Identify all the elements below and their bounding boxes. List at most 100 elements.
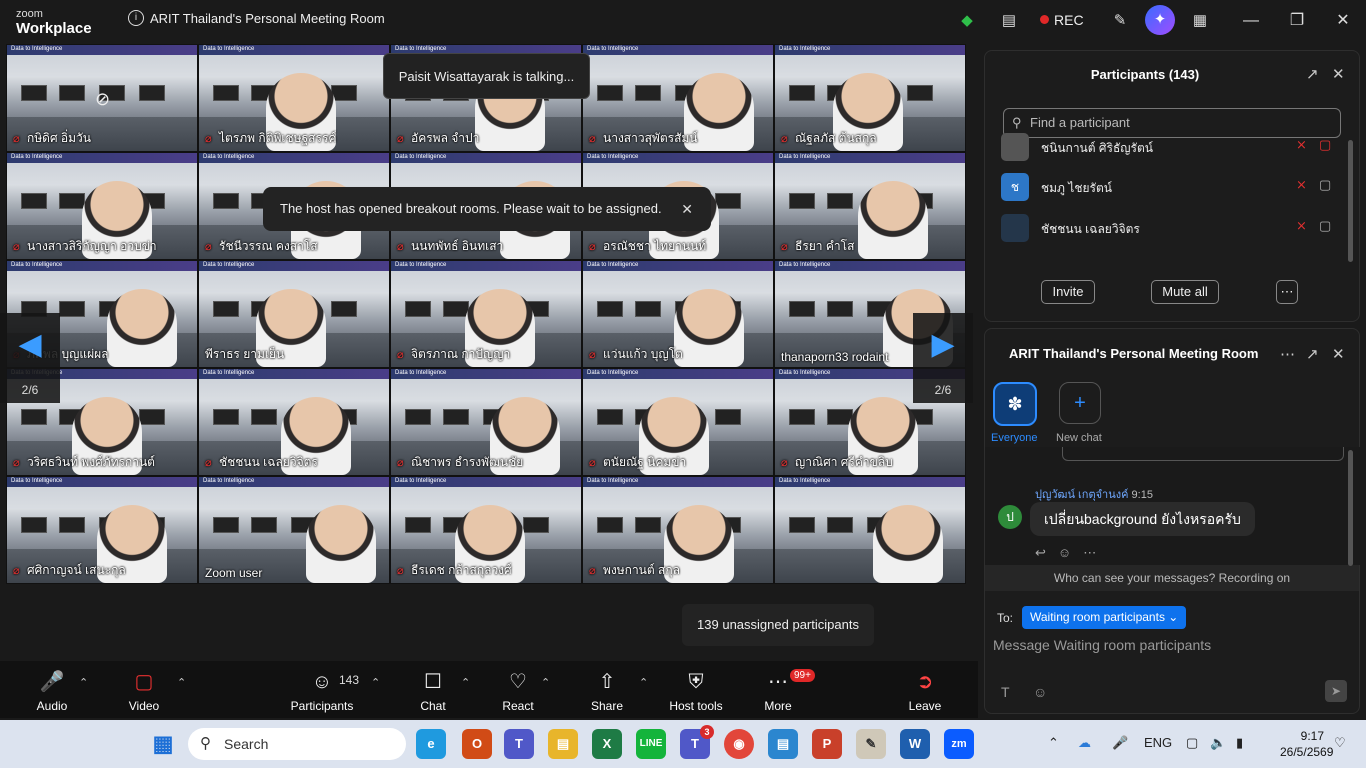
video-tile[interactable]: Data to Intelligence ⌀ ณัฐลภัส ต้นสกุล bbox=[774, 44, 966, 152]
invite-button[interactable]: Invite bbox=[1041, 280, 1095, 304]
video-tile[interactable]: Data to Intelligence Zoom user bbox=[198, 476, 390, 584]
word-icon[interactable]: W bbox=[900, 729, 930, 759]
outlook-icon[interactable]: O bbox=[462, 729, 492, 759]
powerpoint-icon[interactable]: P bbox=[812, 729, 842, 759]
more-icon[interactable]: ⋯ bbox=[1083, 545, 1108, 560]
everyone-chat-button[interactable]: ✽ bbox=[993, 382, 1037, 426]
previous-page-button[interactable]: ◀ 2/6 bbox=[0, 313, 60, 403]
mic-muted-icon[interactable]: ⨯ bbox=[1296, 218, 1307, 234]
notes-icon[interactable]: ▤ bbox=[998, 10, 1020, 32]
reply-icon[interactable]: ↩ bbox=[1035, 545, 1058, 560]
notepad-icon[interactable]: ▤ bbox=[768, 729, 798, 759]
video-button[interactable]: ▢ Video bbox=[122, 669, 166, 713]
pencil-icon[interactable]: ✎ bbox=[1109, 10, 1131, 32]
battery-icon[interactable]: ▮ bbox=[1236, 735, 1243, 751]
video-tile[interactable]: Data to Intelligence ⌀ ตนัยณัฐ นิคมข่า bbox=[582, 368, 774, 476]
react-options-caret[interactable]: ⌃ bbox=[541, 676, 550, 689]
video-tile[interactable]: Data to Intelligence bbox=[774, 476, 966, 584]
video-tile[interactable]: Data to Intelligence ⌀ นางสาวสิริกัญญา อวบ… bbox=[6, 152, 198, 260]
video-tile[interactable]: Data to Intelligence ⌀ ณิชาพร ธำรงพัฒนชัย bbox=[390, 368, 582, 476]
file-explorer-icon[interactable]: ▤ bbox=[548, 729, 578, 759]
ai-companion-icon[interactable]: ✦ bbox=[1145, 5, 1175, 35]
apps-grid-icon[interactable]: ▦ bbox=[1189, 10, 1211, 32]
notification-bell-icon[interactable]: ♡ bbox=[1334, 735, 1346, 751]
zoom-icon[interactable]: zm bbox=[944, 729, 974, 759]
info-icon[interactable]: i bbox=[128, 10, 144, 26]
leave-button[interactable]: ➲ Leave bbox=[906, 669, 944, 713]
tile-name-tag: ⌀ ศศิกาญจน์ เสนะกุล bbox=[13, 561, 126, 580]
chevron-up-icon[interactable]: ⌃ bbox=[1048, 735, 1059, 751]
share-options-caret[interactable]: ⌃ bbox=[639, 676, 648, 689]
video-options-caret[interactable]: ⌃ bbox=[177, 676, 186, 689]
tile-name-tag: ⌀ อัครพล จำปา bbox=[397, 129, 479, 148]
teams-icon[interactable]: T bbox=[504, 729, 534, 759]
chat-options-caret[interactable]: ⌃ bbox=[461, 676, 470, 689]
more-options-button[interactable]: ⋯ bbox=[1276, 280, 1298, 304]
participants-options-caret[interactable]: ⌃ bbox=[371, 676, 380, 689]
next-page-button[interactable]: ▶ 2/6 bbox=[913, 313, 973, 403]
chat-button[interactable]: ☐ Chat bbox=[415, 669, 451, 713]
participant-row[interactable]: ชัชชนน เฉลยวิจิตร ⨯ ▢ bbox=[1001, 210, 1341, 246]
participant-row[interactable]: ช ชมภู ไชยรัตน์ ⨯ ▢ bbox=[1001, 169, 1341, 205]
mic-muted-icon[interactable]: ⨯ bbox=[1296, 177, 1307, 193]
video-tile[interactable]: Data to Intelligence ⌀ ศศิกาญจน์ เสนะกุล bbox=[6, 476, 198, 584]
edge-icon[interactable]: e bbox=[416, 729, 446, 759]
minimize-button[interactable]: — bbox=[1236, 8, 1266, 34]
more-icon[interactable]: ⋯ bbox=[1280, 345, 1295, 363]
text-format-icon[interactable]: T bbox=[1001, 684, 1010, 700]
video-icon[interactable]: ▢ bbox=[1319, 218, 1331, 234]
display-icon[interactable]: ▢ bbox=[1186, 735, 1198, 751]
speaker-icon[interactable]: 🔈 bbox=[1210, 735, 1226, 751]
taskbar-clock[interactable]: 9:17 26/5/2569 bbox=[1280, 728, 1333, 760]
message-input[interactable]: Message Waiting room participants bbox=[993, 637, 1211, 653]
paint-icon[interactable]: ✎ bbox=[856, 729, 886, 759]
restore-button[interactable]: ❐ bbox=[1282, 8, 1312, 34]
shield-icon[interactable]: ◆ bbox=[956, 10, 978, 32]
video-tile[interactable]: Data to Intelligence ⌀ ธีรยา คำโส bbox=[774, 152, 966, 260]
pop-out-icon[interactable]: ↗ bbox=[1306, 345, 1319, 363]
close-icon[interactable]: ✕ bbox=[1332, 345, 1345, 363]
video-tile[interactable]: Data to Intelligence ⌀ นางสาวสุพัตรสัมน์ bbox=[582, 44, 774, 152]
video-tile[interactable]: Data to Intelligence ⌀ พงษกานต์ สกุล bbox=[582, 476, 774, 584]
who-can-see-link[interactable]: Who can see your messages? Recording on bbox=[985, 565, 1359, 591]
chrome-icon[interactable]: ◉ bbox=[724, 729, 754, 759]
close-icon[interactable]: ✕ bbox=[681, 187, 693, 231]
chat-scrollbar[interactable] bbox=[1348, 450, 1353, 566]
video-tile[interactable]: Data to Intelligence ⌀ ไตรภพ กิติพิเชษฐสรร… bbox=[198, 44, 390, 152]
host-tools-button[interactable]: ⛨ Host tools bbox=[667, 669, 725, 713]
mute-all-button[interactable]: Mute all bbox=[1151, 280, 1219, 304]
video-tile[interactable]: Data to Intelligence ⌀ แว่นแก้ว บุญโต bbox=[582, 260, 774, 368]
video-tile[interactable]: Data to Intelligence พีราธร ยามเย็น bbox=[198, 260, 390, 368]
video-icon[interactable]: ▢ bbox=[1319, 177, 1331, 193]
mic-muted-icon: 🎤 bbox=[39, 671, 65, 693]
taskbar-search[interactable]: ⚲ Search bbox=[188, 728, 406, 760]
language-indicator[interactable]: ENG bbox=[1144, 735, 1172, 750]
video-tile[interactable]: Data to Intelligence ⌀ ธีรเดช กล้าสกุลวงศ์ bbox=[390, 476, 582, 584]
send-button[interactable]: ➤ bbox=[1325, 680, 1347, 702]
cloud-icon[interactable]: ☁ bbox=[1078, 735, 1091, 751]
react-button[interactable]: ♡ React bbox=[498, 669, 538, 713]
emoji-icon[interactable]: ☺ bbox=[1033, 684, 1047, 700]
pop-out-icon[interactable]: ↗ bbox=[1306, 65, 1319, 83]
video-off-icon[interactable]: ▢ bbox=[1319, 137, 1331, 153]
video-tile[interactable]: Data to Intelligence ⌀ ชัชชนน เฉลยวิจิตร bbox=[198, 368, 390, 476]
windows-start-icon[interactable]: ▦ bbox=[148, 729, 178, 759]
emoji-icon[interactable]: ☺ bbox=[1058, 545, 1083, 560]
video-tile[interactable]: Data to Intelligence ⊘ ⌀ กษิดิศ อิ่มวัน bbox=[6, 44, 198, 152]
share-button[interactable]: ⇧ Share bbox=[588, 669, 626, 713]
recipient-dropdown[interactable]: Waiting room participants ⌄ bbox=[1022, 606, 1187, 629]
audio-button[interactable]: 🎤 Audio bbox=[30, 669, 74, 713]
video-tile[interactable]: Data to Intelligence ⌀ จิตรภาณ กาปัญญา bbox=[390, 260, 582, 368]
line-icon[interactable]: LINE bbox=[636, 729, 666, 759]
new-chat-button[interactable]: + bbox=[1059, 382, 1101, 424]
banner-text: Data to Intelligence bbox=[11, 46, 63, 52]
recording-indicator[interactable]: REC bbox=[1040, 12, 1084, 28]
microphone-icon[interactable]: 🎤 bbox=[1112, 735, 1128, 751]
mic-muted-icon[interactable]: ⨯ bbox=[1296, 137, 1307, 153]
participant-row[interactable]: ชนินกานต์ ศิริธัญรัตน์ ⨯ ▢ bbox=[1001, 129, 1341, 165]
participants-scrollbar[interactable] bbox=[1348, 140, 1353, 262]
excel-icon[interactable]: X bbox=[592, 729, 622, 759]
close-window-button[interactable]: ✕ bbox=[1328, 8, 1358, 34]
audio-options-caret[interactable]: ⌃ bbox=[79, 676, 88, 689]
close-icon[interactable]: ✕ bbox=[1332, 65, 1345, 83]
